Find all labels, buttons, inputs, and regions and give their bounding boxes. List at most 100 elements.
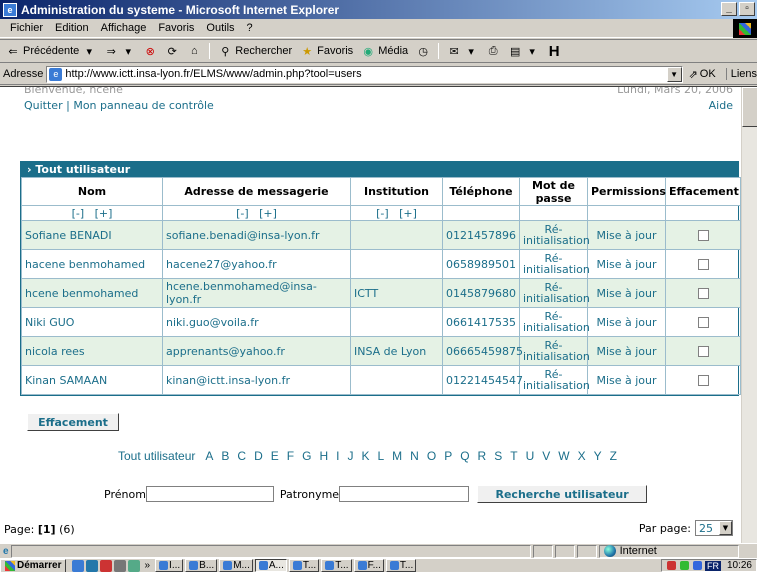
refresh-button[interactable]: ⟳ (163, 44, 181, 58)
taskbar-task[interactable]: B... (185, 559, 218, 572)
expand-toggle[interactable]: [+] (259, 207, 277, 220)
taskbar-task[interactable]: F... (353, 559, 384, 572)
first-name-input[interactable] (145, 486, 274, 502)
menu-edition[interactable]: Edition (49, 22, 95, 34)
edit-button[interactable]: ▤ ▾ (506, 44, 541, 58)
quicklaunch-media-icon[interactable] (100, 559, 113, 572)
user-email-link[interactable]: apprenants@yahoo.fr (162, 336, 351, 366)
update-permissions-link[interactable]: Mise à jour (587, 249, 666, 279)
start-button[interactable]: Démarrer (0, 559, 67, 572)
stop-button[interactable]: ⊗ (141, 44, 159, 58)
tray-icon[interactable] (679, 561, 689, 570)
user-email-link[interactable]: hcene.benmohamed@insa-lyon.fr (162, 278, 351, 308)
alphabet-letter-u[interactable]: U (526, 449, 535, 463)
alphabet-letter-x[interactable]: X (578, 449, 586, 463)
vertical-scrollbar[interactable] (741, 87, 757, 543)
quicklaunch-desktop-icon[interactable] (72, 559, 85, 572)
delete-checkbox[interactable] (697, 317, 709, 328)
chevron-down-icon[interactable]: ▼ (719, 521, 732, 535)
per-page-select[interactable]: 25 ▼ (695, 520, 733, 536)
column-header-name[interactable]: Nom (21, 177, 163, 206)
alphabet-letter-e[interactable]: E (271, 449, 279, 463)
reset-password-link[interactable]: Ré-initialisation (519, 249, 590, 279)
delete-button[interactable]: Effacement (27, 413, 119, 431)
delete-checkbox[interactable] (697, 346, 709, 357)
media-button[interactable]: ◉ Média (359, 44, 410, 58)
help-link[interactable]: Aide (709, 99, 733, 112)
alphabet-letter-s[interactable]: S (494, 449, 502, 463)
search-button[interactable]: ⚲ Rechercher (216, 44, 294, 58)
alphabet-letter-y[interactable]: Y (594, 449, 602, 463)
last-name-input[interactable] (339, 486, 470, 502)
taskbar-task[interactable]: I... (155, 559, 184, 572)
alphabet-letter-a[interactable]: A (205, 449, 213, 463)
menu-fichier[interactable]: Fichier (4, 22, 49, 34)
quit-link[interactable]: Quitter (24, 99, 63, 112)
menu-help[interactable]: ? (241, 22, 259, 34)
delete-checkbox[interactable] (697, 288, 709, 299)
menu-favoris[interactable]: Favoris (152, 22, 200, 34)
forward-button[interactable]: ⇒ ▾ (102, 44, 137, 58)
control-panel-link[interactable]: Mon panneau de contrôle (73, 99, 213, 112)
user-name-link[interactable]: Kinan SAMAAN (21, 365, 163, 395)
quicklaunch-app-icon[interactable] (128, 559, 141, 572)
search-user-button[interactable]: Recherche utilisateur (477, 485, 648, 503)
filter-all-users[interactable]: Tout utilisateur (118, 449, 195, 463)
menu-affichage[interactable]: Affichage (95, 22, 153, 34)
history-button[interactable]: ◷ (414, 44, 432, 58)
alphabet-letter-c[interactable]: C (237, 449, 246, 463)
update-permissions-link[interactable]: Mise à jour (587, 220, 666, 250)
alphabet-letter-o[interactable]: O (427, 449, 436, 463)
alphabet-letter-f[interactable]: F (287, 449, 294, 463)
column-header-email[interactable]: Adresse de messagerie (162, 177, 351, 206)
alphabet-letter-j[interactable]: J (347, 449, 353, 463)
reset-password-link[interactable]: Ré-initialisation (519, 278, 590, 308)
taskbar-task[interactable]: T... (321, 559, 352, 572)
back-button[interactable]: ⇐ Précédente ▾ (4, 44, 98, 58)
expand-toggle[interactable]: [+] (399, 207, 417, 220)
restore-button[interactable]: ▫ (739, 2, 755, 16)
scrollbar-thumb[interactable] (742, 87, 757, 127)
user-email-link[interactable]: sofiane.benadi@insa-lyon.fr (162, 220, 351, 250)
user-name-link[interactable]: Sofiane BENADI (21, 220, 163, 250)
alphabet-letter-p[interactable]: P (444, 449, 452, 463)
links-button[interactable]: Liens (725, 68, 757, 80)
go-button[interactable]: ⇗ OK (689, 68, 716, 81)
update-permissions-link[interactable]: Mise à jour (587, 307, 666, 337)
column-header-institution[interactable]: Institution (350, 177, 443, 206)
quicklaunch-app-icon[interactable] (114, 559, 127, 572)
minimize-button[interactable]: _ (721, 2, 737, 16)
collapse-toggle[interactable]: [-] (236, 207, 249, 220)
alphabet-letter-z[interactable]: Z (610, 449, 617, 463)
chevron-down-icon[interactable]: ▾ (82, 44, 96, 58)
home-button[interactable]: ⌂ (185, 44, 203, 58)
alphabet-letter-m[interactable]: M (392, 449, 402, 463)
address-input[interactable]: e http://www.ictt.insa-lyon.fr/ELMS/www/… (46, 65, 683, 83)
reset-password-link[interactable]: Ré-initialisation (519, 365, 590, 395)
menu-outils[interactable]: Outils (200, 22, 240, 34)
alphabet-letter-r[interactable]: R (478, 449, 487, 463)
taskbar-task[interactable]: T... (385, 559, 417, 572)
delete-checkbox[interactable] (697, 375, 709, 386)
chevron-down-icon[interactable]: ▼ (666, 66, 682, 82)
reset-password-link[interactable]: Ré-initialisation (519, 307, 590, 337)
user-name-link[interactable]: nicola rees (21, 336, 163, 366)
delete-checkbox[interactable] (697, 259, 709, 270)
expand-toggle[interactable]: [+] (95, 207, 113, 220)
pager-current[interactable]: [1] (38, 523, 56, 536)
delete-checkbox[interactable] (697, 230, 709, 241)
alphabet-letter-b[interactable]: B (221, 449, 229, 463)
quicklaunch-ie-icon[interactable] (86, 559, 99, 572)
tray-icon[interactable] (666, 561, 676, 570)
mail-button[interactable]: ✉ ▾ (445, 44, 480, 58)
alphabet-letter-k[interactable]: K (361, 449, 369, 463)
alphabet-letter-h[interactable]: H (319, 449, 328, 463)
collapse-toggle[interactable]: [-] (376, 207, 389, 220)
user-name-link[interactable]: hcene benmohamed (21, 278, 163, 308)
user-name-link[interactable]: Niki GUO (21, 307, 163, 337)
user-email-link[interactable]: kinan@ictt.insa-lyon.fr (162, 365, 351, 395)
language-indicator[interactable]: FR (704, 560, 721, 571)
alphabet-letter-v[interactable]: V (542, 449, 550, 463)
alphabet-letter-g[interactable]: G (302, 449, 311, 463)
taskbar-task[interactable]: T... (288, 559, 320, 572)
